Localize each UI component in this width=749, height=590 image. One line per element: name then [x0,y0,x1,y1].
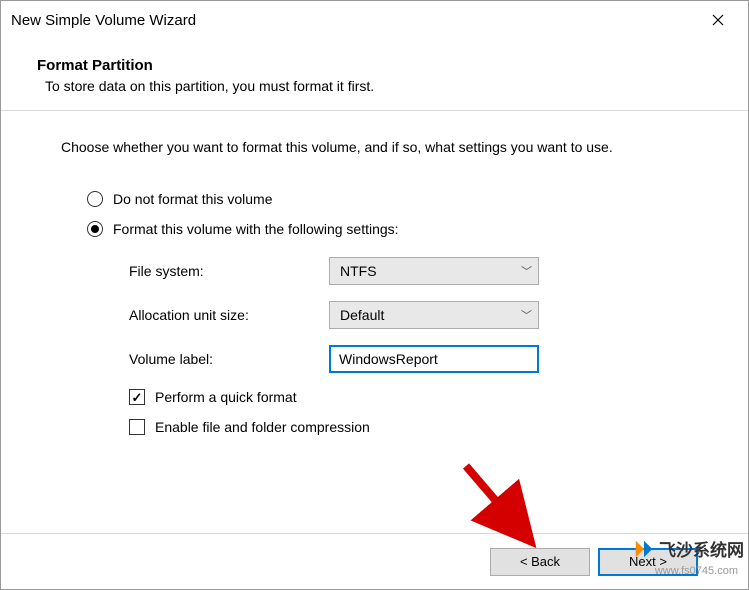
close-icon [712,14,724,26]
checkbox-icon-checked [129,389,145,405]
next-button[interactable]: Next > [598,548,698,576]
instruction-text: Choose whether you want to format this v… [61,139,712,155]
format-options: Perform a quick format Enable file and f… [129,389,712,435]
radio-label: Do not format this volume [113,191,273,207]
back-button[interactable]: < Back [490,548,590,576]
chevron-down-icon: ﹀ [521,263,532,279]
volume-label-label: Volume label: [129,351,329,367]
file-system-select[interactable]: NTFS ﹀ [329,257,539,285]
window-title: New Simple Volume Wizard [11,12,196,29]
radio-icon [87,191,103,207]
file-system-row: File system: NTFS ﹀ [129,257,712,285]
radio-icon-checked [87,221,103,237]
wizard-header: Format Partition To store data on this p… [1,39,748,110]
wizard-content: Choose whether you want to format this v… [1,111,748,435]
radio-no-format[interactable]: Do not format this volume [87,191,712,207]
volume-label-input[interactable] [329,345,539,373]
compression-label: Enable file and folder compression [155,419,370,435]
wizard-button-bar: < Back Next > [1,533,748,589]
chevron-down-icon: ﹀ [521,307,532,323]
file-system-label: File system: [129,263,329,279]
titlebar: New Simple Volume Wizard [1,1,748,39]
quick-format-checkbox[interactable]: Perform a quick format [129,389,712,405]
allocation-select[interactable]: Default ﹀ [329,301,539,329]
format-radio-group: Do not format this volume Format this vo… [87,191,712,237]
page-title: Format Partition [37,57,712,74]
allocation-label: Allocation unit size: [129,307,329,323]
file-system-value: NTFS [340,263,377,279]
radio-label: Format this volume with the following se… [113,221,399,237]
quick-format-label: Perform a quick format [155,389,297,405]
radio-format-with-settings[interactable]: Format this volume with the following se… [87,221,712,237]
compression-checkbox[interactable]: Enable file and folder compression [129,419,712,435]
format-settings: File system: NTFS ﹀ Allocation unit size… [129,257,712,373]
allocation-row: Allocation unit size: Default ﹀ [129,301,712,329]
allocation-value: Default [340,307,384,323]
page-subtitle: To store data on this partition, you mus… [45,78,712,94]
close-button[interactable] [698,5,738,35]
checkbox-icon [129,419,145,435]
volume-label-row: Volume label: [129,345,712,373]
